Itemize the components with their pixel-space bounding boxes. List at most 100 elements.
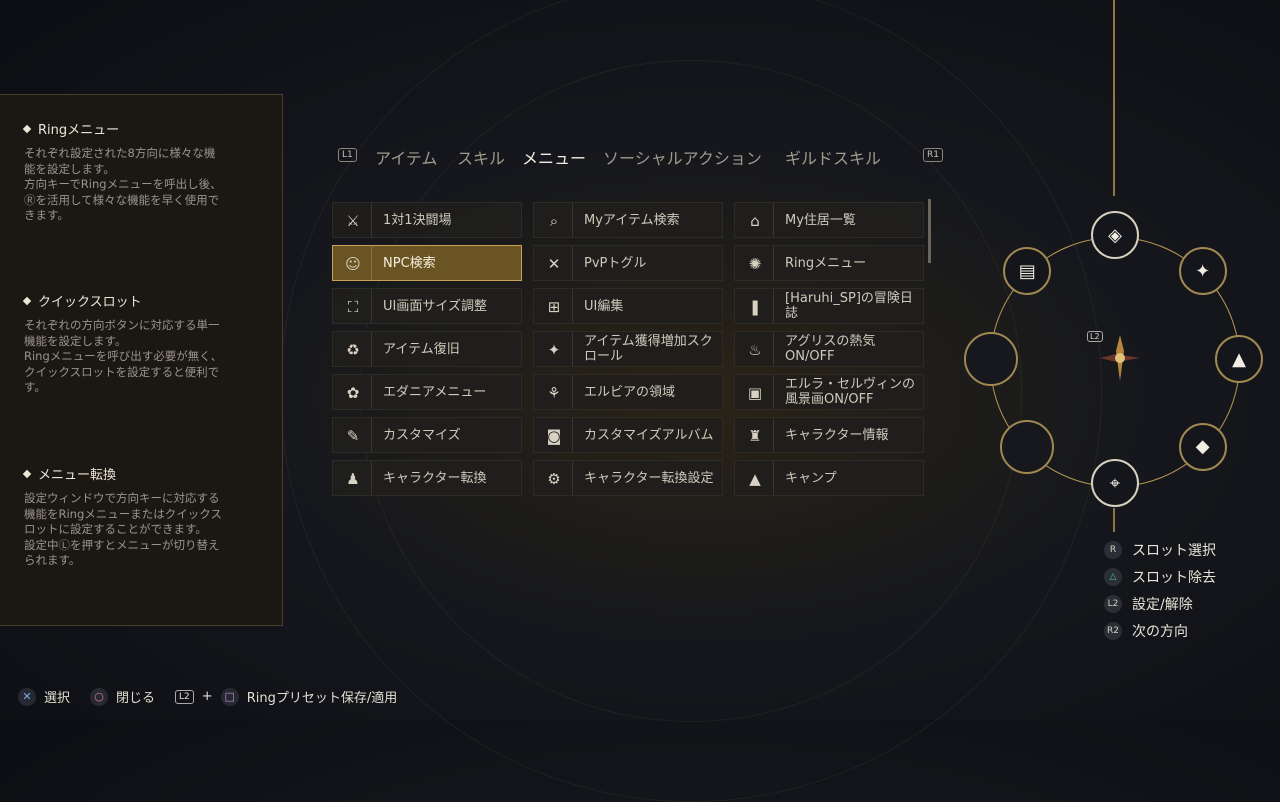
- ring-slot-top[interactable]: ◈: [1091, 211, 1139, 259]
- cross-button-icon[interactable]: ✕: [18, 687, 36, 706]
- legend-row: R スロット選択: [1104, 536, 1216, 563]
- menu-item[interactable]: ♻ アイテム復旧: [332, 331, 522, 367]
- r-stick-icon: R: [1104, 540, 1122, 559]
- menu-item[interactable]: ⊞ UI編集: [533, 288, 723, 324]
- cell-divider: [572, 246, 573, 280]
- camp-icon: ▲: [749, 470, 761, 488]
- circle-button-icon[interactable]: ○: [90, 687, 109, 706]
- menu-item-label: キャンプ: [785, 470, 837, 486]
- menu-item[interactable]: ⛶ UI画面サイズ調整: [332, 288, 522, 324]
- ring-slot-left[interactable]: [964, 332, 1018, 386]
- l1-button-icon[interactable]: L1: [338, 148, 357, 162]
- camp-icon: ▲: [1232, 348, 1246, 370]
- menu-item[interactable]: ⌕ Myアイテム検索: [533, 202, 723, 238]
- menu-item-label: NPC検索: [383, 255, 436, 271]
- cell-divider: [773, 289, 774, 323]
- menu-item-label: カスタマイズアルバム: [584, 427, 714, 443]
- cell-divider: [572, 203, 573, 237]
- menu-item[interactable]: ⚙ キャラクター転換設定: [533, 460, 723, 496]
- menu-item-label: Ringメニュー: [785, 255, 867, 271]
- ring-center-emblem-icon: [1100, 335, 1140, 381]
- scroll-boost-icon: ✦: [1195, 260, 1211, 282]
- legend-label: 次の方向: [1132, 623, 1188, 640]
- menu-item-label: キャラクター情報: [785, 427, 889, 443]
- tab-skill[interactable]: スキル: [457, 145, 505, 169]
- ring-slot-bottom[interactable]: ⌖: [1091, 459, 1139, 507]
- menu-item[interactable]: ⚔ 1対1決闘場: [332, 202, 522, 238]
- r1-button-icon[interactable]: R1: [923, 148, 943, 162]
- telescope-icon: ⌖: [1109, 472, 1121, 494]
- l2-button-icon[interactable]: L2: [175, 689, 194, 704]
- menu-item[interactable]: ✦ アイテム獲得増加スクロール: [533, 331, 723, 367]
- help-section-menu-switch: メニュー転換 設定ウィンドウで方向キーに対応する 機能をRingメニューまたはク…: [22, 464, 260, 569]
- help-title: メニュー転換: [38, 468, 117, 483]
- r2-button-icon: R2: [1104, 621, 1122, 640]
- menu-item-label: エルビアの領域: [584, 384, 676, 400]
- select-label: 選択: [44, 691, 71, 706]
- cell-divider: [773, 461, 774, 495]
- help-title: Ringメニュー: [38, 123, 120, 138]
- menu-item-label: キャラクター転換設定: [584, 470, 714, 486]
- tab-guild-skill[interactable]: ギルドスキル: [785, 145, 881, 169]
- menu-item[interactable]: ✿ エダニアメニュー: [332, 374, 522, 410]
- menu-item[interactable]: ♜ キャラクター情報: [734, 417, 924, 453]
- pvp-swords-icon: ✕: [547, 255, 561, 273]
- square-button-icon[interactable]: □: [220, 687, 239, 706]
- ring-rod-top: [1113, 0, 1115, 196]
- camera-icon: ◙: [546, 427, 562, 445]
- legend-label: 設定/解除: [1132, 596, 1193, 613]
- bottom-controls: ✕ 選択 ○ 閉じる L2 + □ Ringプリセット保存/適用: [18, 687, 397, 706]
- crossed-swords-icon: ⚔: [346, 212, 360, 230]
- scrollbar[interactable]: [928, 199, 931, 263]
- menu-item[interactable]: ⚘ エルビアの領域: [533, 374, 723, 410]
- cell-divider: [371, 418, 372, 452]
- triangle-button-icon: △: [1104, 567, 1122, 586]
- menu-item[interactable]: ▲ キャンプ: [734, 460, 924, 496]
- menu-item[interactable]: ◙ カスタマイズアルバム: [533, 417, 723, 453]
- menu-item[interactable]: ☺ NPC検索: [332, 245, 522, 281]
- cell-divider: [572, 289, 573, 323]
- menu-item-label: PvPトグル: [584, 255, 647, 271]
- menu-item[interactable]: ❚ [Haruhi_SP]の冒険日誌: [734, 288, 924, 324]
- helmet-icon: ♜: [748, 427, 762, 445]
- landscape-icon: ▣: [747, 384, 763, 402]
- menu-item[interactable]: ✕ PvPトグル: [533, 245, 723, 281]
- tab-social-action[interactable]: ソーシャルアクション: [603, 145, 762, 169]
- character-switch-icon: ♟: [346, 470, 360, 488]
- menu-item[interactable]: ✎ カスタマイズ: [332, 417, 522, 453]
- npc-search-icon: ☺: [345, 255, 361, 273]
- menu-item[interactable]: ♟ キャラクター転換: [332, 460, 522, 496]
- help-body: 設定ウィンドウで方向キーに対応する 機能をRingメニューまたはクイックス ロッ…: [24, 491, 222, 567]
- legend-row: R2 次の方向: [1104, 617, 1216, 644]
- scroll-boost-icon: ✦: [547, 341, 561, 359]
- heat-toggle-icon: ♨: [748, 341, 762, 359]
- cell-divider: [371, 289, 372, 323]
- ring-slot-top-right[interactable]: ✦: [1178, 247, 1227, 296]
- menu-item[interactable]: ▣ エルラ・セルヴィンの風景画ON/OFF: [734, 374, 924, 410]
- plus-sign: +: [201, 689, 213, 704]
- cell-divider: [572, 418, 573, 452]
- tab-item[interactable]: アイテム: [375, 145, 437, 169]
- menu-item-label: UI画面サイズ調整: [383, 298, 487, 314]
- menu-item[interactable]: ♨ アグリスの熱気ON/OFF: [734, 331, 924, 367]
- customize-icon: ✎: [346, 427, 360, 445]
- ring-diamond-icon: ◈: [1108, 224, 1122, 246]
- bullet-diamond-icon: [22, 296, 32, 305]
- bag-search-icon: ⌕: [549, 212, 559, 230]
- controls-legend: R スロット選択 △ スロット除去 L2 設定/解除 R2 次の方向: [1104, 536, 1216, 644]
- ui-edit-icon: ⊞: [547, 298, 561, 316]
- cell-divider: [773, 375, 774, 409]
- menu-item-label: [Haruhi_SP]の冒険日誌: [785, 291, 913, 321]
- menu-item-label: エダニアメニュー: [383, 384, 487, 400]
- ring-slot-bottom-right[interactable]: ◆: [1178, 422, 1227, 471]
- menu-item[interactable]: ✺ Ringメニュー: [734, 245, 924, 281]
- help-section-ring: Ringメニュー それぞれ設定された8方向に様々な機 能を設定します。 方向キー…: [22, 119, 260, 224]
- menu-item-label: 1対1決闘場: [383, 212, 452, 228]
- menu-item-label: アイテム復旧: [383, 341, 460, 357]
- ring-slot-right[interactable]: ▲: [1215, 335, 1263, 383]
- menu-item[interactable]: ⌂ My住居一覧: [734, 202, 924, 238]
- journal-icon: ❚: [748, 298, 762, 316]
- cell-divider: [773, 246, 774, 280]
- tab-menu[interactable]: メニュー: [522, 145, 586, 169]
- ring-slot-bottom-left[interactable]: [1000, 419, 1055, 474]
